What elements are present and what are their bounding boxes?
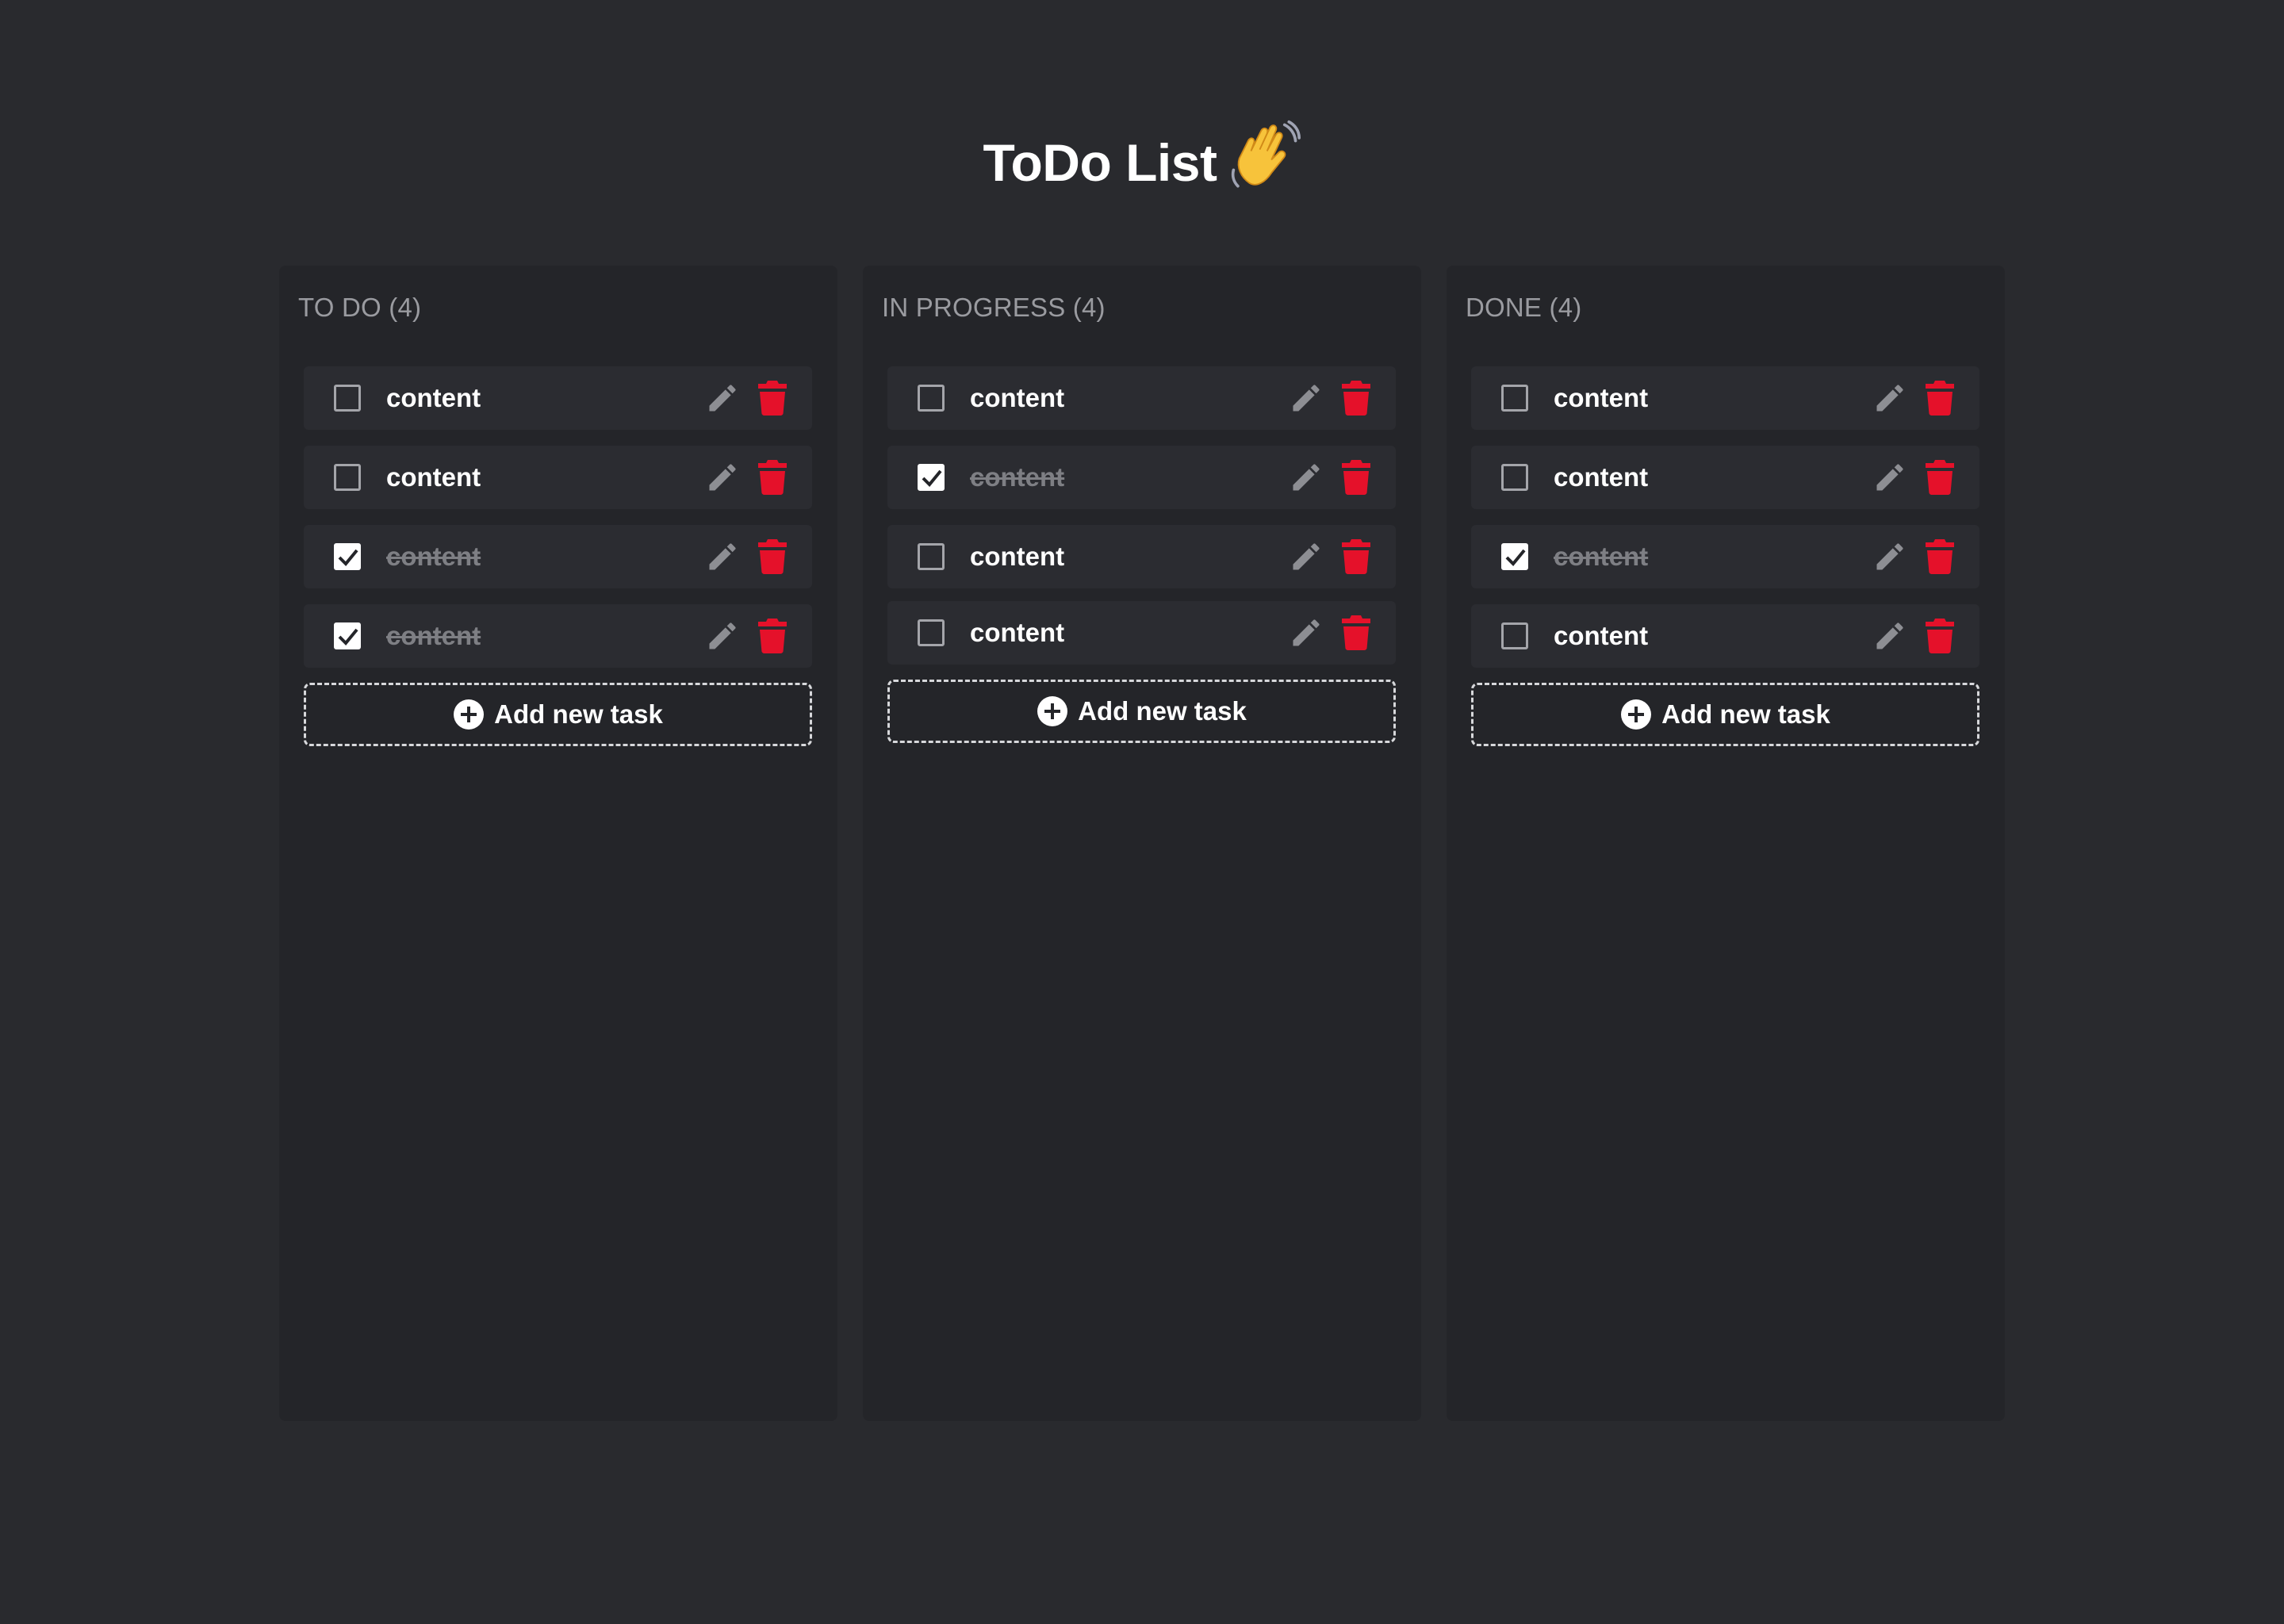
task-text: content <box>1554 621 1649 650</box>
pencil-icon[interactable] <box>705 460 740 495</box>
task-checkbox[interactable] <box>334 543 361 570</box>
trash-icon[interactable] <box>1926 619 1954 653</box>
task-item: content <box>887 446 1396 509</box>
trash-icon[interactable] <box>758 619 787 653</box>
task-item: content <box>1471 604 1979 668</box>
task-text: content <box>970 462 1065 492</box>
add-task-button[interactable]: Add new task <box>304 683 812 746</box>
trash-icon[interactable] <box>758 539 787 574</box>
pencil-icon[interactable] <box>705 381 740 416</box>
task-checkbox[interactable] <box>918 464 945 491</box>
task-text: content <box>1554 383 1649 412</box>
pencil-icon[interactable] <box>1289 539 1324 574</box>
trash-icon[interactable] <box>1926 539 1954 574</box>
pencil-icon[interactable] <box>705 539 740 574</box>
todo-page: ToDo List TO DO (4) content content cont… <box>0 0 2284 1624</box>
pencil-icon[interactable] <box>1872 381 1907 416</box>
task-checkbox[interactable] <box>1501 622 1528 649</box>
pencil-icon[interactable] <box>705 619 740 653</box>
task-checkbox[interactable] <box>1501 543 1528 570</box>
add-task-label: Add new task <box>494 699 663 729</box>
add-task-label: Add new task <box>1661 699 1830 729</box>
trash-icon[interactable] <box>1342 460 1370 495</box>
task-item: content <box>304 366 812 430</box>
trash-icon[interactable] <box>1342 381 1370 416</box>
page-title: ToDo List <box>0 119 2284 206</box>
plus-circle-icon <box>1621 699 1652 730</box>
task-checkbox[interactable] <box>1501 464 1528 491</box>
column-title: IN PROGRESS (4) <box>882 293 1106 322</box>
task-checkbox[interactable] <box>334 385 361 412</box>
column-title: TO DO (4) <box>298 293 422 322</box>
task-item: content <box>887 601 1396 665</box>
column-todo: TO DO (4) content content content conten… <box>279 266 837 1421</box>
task-item: content <box>1471 446 1979 509</box>
trash-icon[interactable] <box>1342 539 1370 574</box>
pencil-icon[interactable] <box>1289 615 1324 650</box>
task-text: content <box>1554 542 1649 571</box>
trash-icon[interactable] <box>758 381 787 416</box>
task-item: content <box>887 525 1396 588</box>
task-item: content <box>1471 366 1979 430</box>
trash-icon[interactable] <box>1926 381 1954 416</box>
pencil-icon[interactable] <box>1872 539 1907 574</box>
pencil-icon[interactable] <box>1289 460 1324 495</box>
column-done: DONE (4) content content content content <box>1447 266 2005 1421</box>
pencil-icon[interactable] <box>1872 460 1907 495</box>
task-text: content <box>386 462 481 492</box>
task-item: content <box>304 604 812 668</box>
add-task-button[interactable]: Add new task <box>887 680 1396 743</box>
trash-icon[interactable] <box>1342 615 1370 650</box>
task-item: content <box>304 446 812 509</box>
task-checkbox[interactable] <box>918 385 945 412</box>
task-item: content <box>304 525 812 588</box>
add-task-label: Add new task <box>1078 696 1247 726</box>
task-text: content <box>386 621 481 650</box>
trash-icon[interactable] <box>758 460 787 495</box>
task-text: content <box>386 542 481 571</box>
task-text: content <box>970 542 1065 571</box>
plus-circle-icon <box>1037 696 1068 726</box>
add-task-button[interactable]: Add new task <box>1471 683 1979 746</box>
task-checkbox[interactable] <box>1501 385 1528 412</box>
waving-hand-icon <box>1232 120 1301 188</box>
task-checkbox[interactable] <box>918 543 945 570</box>
trash-icon[interactable] <box>1926 460 1954 495</box>
task-text: content <box>970 383 1065 412</box>
pencil-icon[interactable] <box>1289 381 1324 416</box>
column-title: DONE (4) <box>1466 293 1582 322</box>
task-checkbox[interactable] <box>334 622 361 649</box>
pencil-icon[interactable] <box>1872 619 1907 653</box>
task-checkbox[interactable] <box>918 619 945 646</box>
page-title-text: ToDo List <box>983 133 1217 192</box>
task-text: content <box>970 618 1065 647</box>
task-item: content <box>1471 525 1979 588</box>
plus-circle-icon <box>454 699 485 730</box>
task-text: content <box>1554 462 1649 492</box>
task-item: content <box>887 366 1396 430</box>
task-text: content <box>386 383 481 412</box>
task-checkbox[interactable] <box>334 464 361 491</box>
column-in-progress: IN PROGRESS (4) content content content … <box>863 266 1421 1421</box>
